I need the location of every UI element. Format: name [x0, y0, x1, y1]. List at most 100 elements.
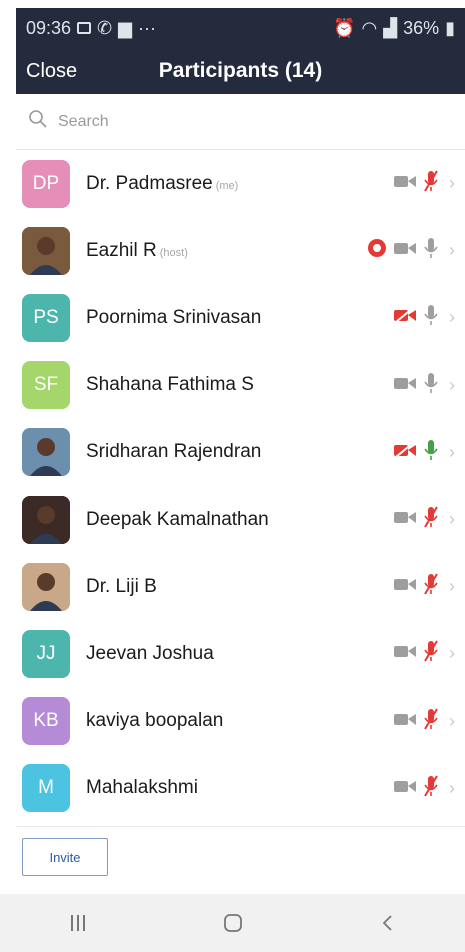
participant-name-wrap: Dr. Padmasree (me)	[86, 173, 393, 195]
close-button[interactable]: Close	[26, 60, 77, 83]
participant-name: Jeevan Joshua	[86, 642, 214, 664]
more-dots-icon: ···	[137, 17, 156, 38]
video-camera-icon	[393, 173, 417, 194]
chevron-right-icon: ›	[449, 777, 455, 798]
recording-icon	[367, 238, 387, 263]
footer-divider	[16, 826, 465, 827]
participant-indicators: ›	[393, 438, 455, 467]
participant-name-wrap: Poornima Srinivasan	[86, 307, 393, 329]
status-bar-left: 09:36 ✆ ▆ ···	[26, 18, 156, 39]
avatar-photo	[22, 495, 70, 544]
participant-name: Eazhil R	[86, 239, 157, 261]
avatar-photo	[22, 226, 70, 275]
avatar-initials-text: PS	[33, 306, 59, 328]
header: Close Participants (14)	[16, 48, 465, 94]
avatar-initials-text: DP	[32, 172, 60, 194]
participant-row[interactable]: KB kaviya boopalan ›	[16, 688, 465, 755]
mic-muted-icon	[423, 505, 439, 534]
whatsapp-icon: ✆	[97, 17, 113, 38]
gallery-icon	[77, 22, 92, 34]
participant-indicators: ›	[393, 572, 455, 601]
invite-button[interactable]: Invite	[22, 838, 108, 876]
participant-name: Dr. Padmasree	[86, 172, 213, 194]
wifi-icon: ◠	[361, 17, 378, 38]
participant-name-wrap: Jeevan Joshua	[86, 643, 393, 665]
mic-muted-icon	[423, 639, 439, 668]
participant-name-wrap: kaviya boopalan	[86, 710, 393, 732]
participant-name: kaviya boopalan	[86, 710, 224, 732]
participant-name-wrap: Sridharan Rajendran	[86, 441, 393, 463]
mic-muted-icon	[423, 707, 439, 736]
back-icon[interactable]	[358, 903, 418, 943]
participant-name: Shahana Fathima S	[86, 374, 254, 396]
video-muted-icon	[393, 442, 417, 463]
battery-icon: ▮	[445, 17, 455, 38]
chevron-right-icon: ›	[449, 441, 455, 462]
participant-indicators: ›	[367, 236, 455, 265]
video-camera-icon	[393, 643, 417, 664]
participant-name-wrap: Deepak Kamalnathan	[86, 509, 393, 531]
chevron-right-icon: ›	[449, 374, 455, 395]
battery-text: 36%	[403, 17, 440, 38]
participant-row[interactable]: DP Dr. Padmasree (me) ›	[16, 150, 465, 217]
status-bar: 09:36 ✆ ▆ ··· ⏰ ◠ ▟ 36% ▮	[16, 8, 465, 48]
microphone-icon	[423, 438, 439, 467]
page-title: Participants (14)	[158, 59, 323, 82]
search-input[interactable]	[56, 111, 453, 132]
video-camera-icon	[393, 576, 417, 597]
microphone-icon	[423, 236, 439, 265]
chevron-right-icon: ›	[449, 710, 455, 731]
home-icon[interactable]	[203, 903, 263, 943]
participant-indicators: ›	[393, 774, 455, 803]
participant-role-tag: (host)	[159, 246, 188, 259]
mic-muted-icon	[423, 572, 439, 601]
avatar-initials: DP	[22, 159, 70, 208]
android-nav-bar	[0, 894, 465, 952]
chevron-right-icon: ›	[449, 240, 455, 261]
participant-indicators: ›	[393, 639, 455, 668]
participant-name: Poornima Srinivasan	[86, 306, 262, 328]
microphone-icon	[423, 371, 439, 400]
participant-name: Mahalakshmi	[86, 777, 198, 799]
participant-indicators: ›	[393, 707, 455, 736]
video-camera-icon	[393, 509, 417, 530]
signal-icon: ▟	[383, 17, 398, 38]
participant-row[interactable]: PS Poornima Srinivasan ›	[16, 284, 465, 351]
participant-name-wrap: Eazhil R (host)	[86, 240, 367, 262]
avatar-initials-text: JJ	[36, 642, 56, 664]
avatar-initials: KB	[22, 697, 70, 746]
chevron-right-icon: ›	[449, 509, 455, 530]
microphone-icon	[423, 303, 439, 332]
video-muted-icon	[393, 307, 417, 328]
participant-name: Sridharan Rajendran	[86, 441, 262, 463]
participant-row[interactable]: JJ Jeevan Joshua ›	[16, 620, 465, 687]
participant-row[interactable]: Deepak Kamalnathan ›	[16, 486, 465, 553]
participant-row[interactable]: Eazhil R (host) ›	[16, 217, 465, 284]
alarm-icon: ⏰	[333, 17, 356, 38]
participant-row[interactable]: SF Shahana Fathima S ›	[16, 352, 465, 419]
video-camera-icon	[393, 778, 417, 799]
avatar-initials-text: M	[38, 777, 54, 799]
status-time: 09:36	[26, 17, 72, 38]
avatar-initials-text: KB	[33, 710, 59, 732]
participant-indicators: ›	[393, 303, 455, 332]
participant-row[interactable]: M Mahalakshmi ›	[16, 755, 465, 822]
chevron-right-icon: ›	[449, 576, 455, 597]
message-icon: ▆	[118, 17, 132, 38]
mic-muted-icon	[423, 169, 439, 198]
participant-indicators: ›	[393, 169, 455, 198]
participant-role-tag: (me)	[215, 179, 239, 192]
participant-name-wrap: Shahana Fathima S	[86, 374, 393, 396]
participant-name-wrap: Mahalakshmi	[86, 777, 393, 799]
participant-row[interactable]: Sridharan Rajendran ›	[16, 419, 465, 486]
participant-indicators: ›	[393, 371, 455, 400]
chevron-right-icon: ›	[449, 307, 455, 328]
search-bar[interactable]	[16, 94, 465, 150]
participant-row[interactable]: Dr. Liji B ›	[16, 553, 465, 620]
avatar-initials: SF	[22, 361, 70, 410]
video-camera-icon	[393, 375, 417, 396]
avatar-photo	[22, 562, 70, 611]
avatar-photo	[22, 428, 70, 477]
recent-apps-icon[interactable]	[48, 903, 108, 943]
search-icon	[28, 109, 48, 134]
